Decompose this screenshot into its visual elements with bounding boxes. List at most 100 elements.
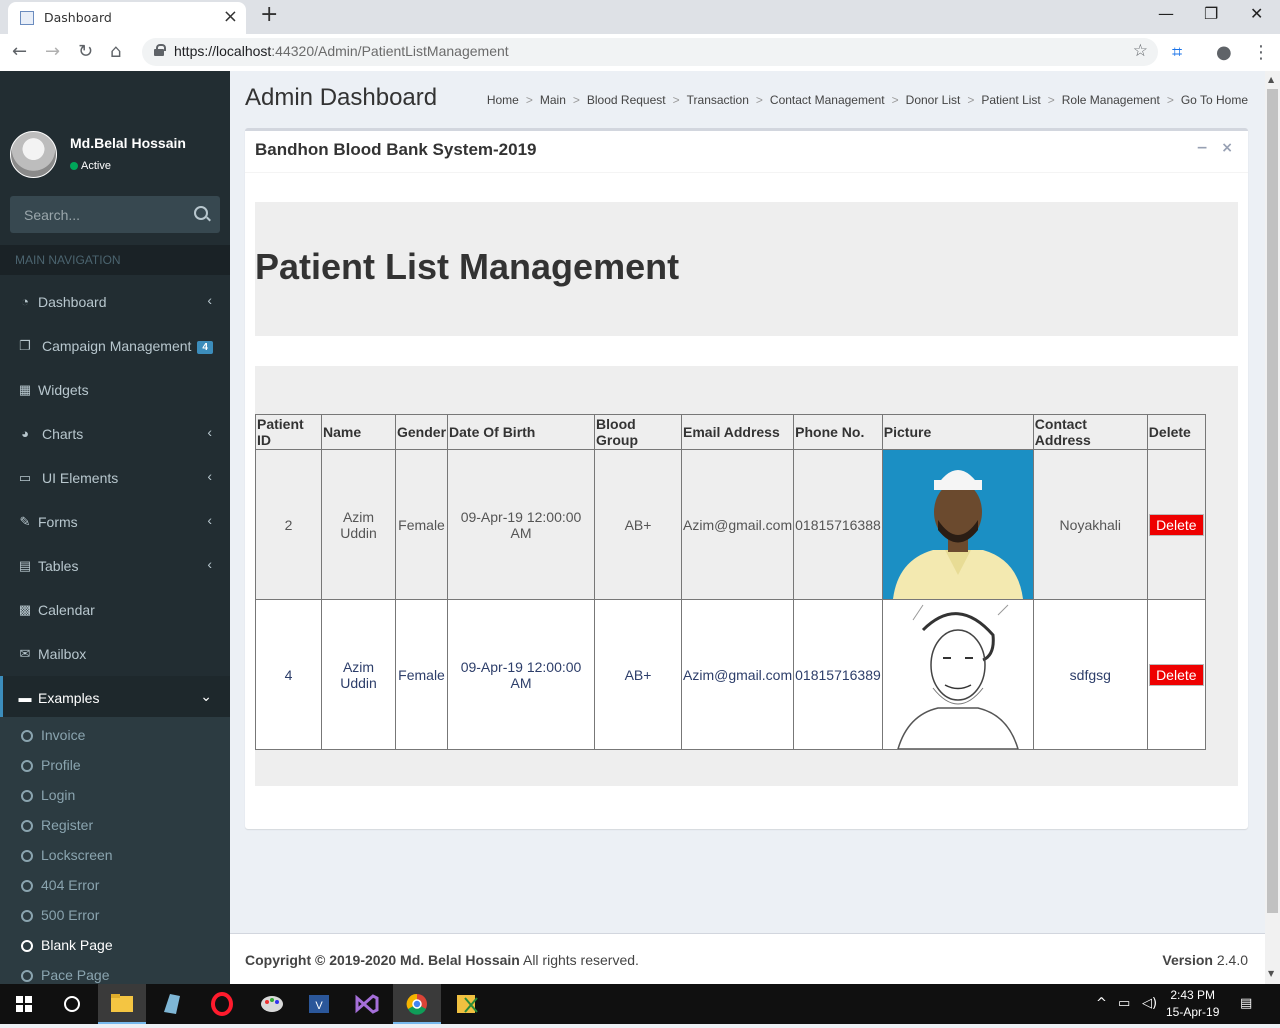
subitem-label: 404 Error (41, 877, 100, 893)
page-icon (20, 11, 34, 25)
breadcrumb-go-to-home[interactable]: Go To Home (1181, 93, 1248, 107)
user-status: Active (70, 160, 111, 172)
profile-icon[interactable]: ● (1216, 42, 1232, 63)
sidebar-item-widgets[interactable]: ▦ Widgets (0, 368, 230, 412)
sidebar-subitem-blank-page[interactable]: Blank Page (0, 930, 230, 960)
circle-icon (21, 820, 33, 832)
breadcrumb-contact-management[interactable]: Contact Management (770, 93, 885, 107)
sidebar-item-tables[interactable]: ▤ Tables ‹ (0, 544, 230, 588)
breadcrumb-blood-request[interactable]: Blood Request (587, 93, 666, 107)
nav-header: MAIN NAVIGATION (0, 245, 230, 275)
column-header: Blood Group (594, 414, 683, 450)
visio-button[interactable]: V (295, 984, 343, 1024)
breadcrumb-donor-list[interactable]: Donor List (906, 93, 961, 107)
sidebar-item-calendar[interactable]: ▩ Calendar (0, 588, 230, 632)
notifications-icon[interactable]: ▤ (1240, 996, 1252, 1011)
sidebar-search-input[interactable] (10, 196, 180, 233)
cell-contact-address: Noyakhali (1032, 449, 1148, 600)
content-box: Bandhon Blood Bank System-2019 − × Patie… (245, 128, 1248, 829)
windows-start-button[interactable] (0, 984, 48, 1024)
page-scrollbar[interactable]: ▲ ▼ (1265, 71, 1280, 984)
delete-button[interactable]: Delete (1149, 663, 1204, 686)
bookmark-star-icon[interactable]: ☆ (1133, 41, 1148, 61)
search-button[interactable] (48, 984, 96, 1024)
forward-button[interactable]: → (45, 41, 60, 62)
home-button[interactable]: ⌂ (110, 41, 121, 62)
close-window-button[interactable]: ✕ (1250, 4, 1263, 23)
scroll-down-icon[interactable]: ▼ (1268, 969, 1274, 978)
collapse-icon[interactable]: − (1196, 140, 1208, 156)
breadcrumb-separator: > (1047, 93, 1055, 107)
sidebar-item-campaign-management[interactable]: ❐ Campaign Management 4 (0, 324, 230, 368)
sidebar-subitem-profile[interactable]: Profile (0, 750, 230, 780)
sidebar-item-ui-elements[interactable]: ▭ UI Elements ‹ (0, 456, 230, 500)
sidebar-subitem-404-error[interactable]: 404 Error (0, 870, 230, 900)
delete-button[interactable]: Delete (1149, 513, 1204, 536)
new-tab-button[interactable]: + (260, 2, 278, 27)
sidebar-subitem-500-error[interactable]: 500 Error (0, 900, 230, 930)
volume-icon[interactable]: ◁) (1142, 996, 1157, 1011)
network-icon[interactable]: ▭ (1118, 996, 1130, 1011)
rights-text: All rights reserved. (519, 952, 639, 968)
table-row: 4 Azim Uddin Female 09-Apr-19 12:00:00 A… (255, 599, 1206, 750)
breadcrumb-home[interactable]: Home (487, 93, 519, 107)
restore-button[interactable]: ❐ (1204, 4, 1218, 23)
sidebar-item-dashboard[interactable]: ◔ Dashboard ‹ (0, 280, 230, 324)
sidebar-subitem-lockscreen[interactable]: Lockscreen (0, 840, 230, 870)
breadcrumb-separator: > (572, 93, 580, 107)
minimize-button[interactable]: — (1158, 4, 1174, 23)
breadcrumb-patient-list[interactable]: Patient List (981, 93, 1040, 107)
url-field[interactable]: https://localhost:44320/Admin/PatientLis… (142, 38, 1158, 66)
chevron-left-icon: ‹ (207, 468, 212, 484)
sidebar-item-examples[interactable]: ▬ Examples ⌄ (0, 676, 230, 720)
breadcrumb-transaction[interactable]: Transaction (687, 93, 749, 107)
search-icon[interactable] (194, 206, 208, 220)
cell-delete: Delete (1146, 449, 1206, 600)
app-button[interactable] (148, 984, 196, 1024)
lock-icon (154, 44, 166, 56)
sidebar-subitem-invoice[interactable]: Invoice (0, 720, 230, 750)
scroll-up-icon[interactable]: ▲ (1268, 75, 1274, 84)
menu-icon[interactable]: ⋮ (1252, 42, 1270, 63)
palette-icon (261, 996, 283, 1012)
sidebar-subitem-login[interactable]: Login (0, 780, 230, 810)
file-explorer-button[interactable] (98, 984, 146, 1024)
paint-button[interactable] (248, 984, 296, 1024)
breadcrumb-main[interactable]: Main (540, 93, 566, 107)
sidebar-item-charts[interactable]: ◕ Charts ‹ (0, 412, 230, 456)
show-hidden-icons[interactable]: ^ (1096, 996, 1107, 1011)
user-status-label: Active (81, 160, 111, 172)
taskbar: V ^ ▭ ◁) 2:43 PM 15-Apr-19 ▤ (0, 984, 1280, 1024)
browser-tab-bar: Dashboard × + — ❐ ✕ (0, 0, 1280, 34)
windows-logo-icon (16, 996, 32, 1012)
close-icon[interactable]: × (1221, 140, 1233, 156)
breadcrumb-role-management[interactable]: Role Management (1062, 93, 1160, 107)
scrollbar-thumb[interactable] (1267, 89, 1278, 913)
extension-icon[interactable]: ⌗ (1172, 42, 1182, 63)
sidebar-subitem-register[interactable]: Register (0, 810, 230, 840)
sidebar-item-forms[interactable]: ✎ Forms ‹ (0, 500, 230, 544)
tab-close-icon[interactable]: × (223, 6, 238, 27)
table-panel: Patient ID Name Gender Date Of Birth Blo… (255, 366, 1238, 786)
visual-studio-icon (355, 994, 379, 1014)
package-icon (457, 995, 478, 1013)
sidebar-item-label: Charts (42, 426, 84, 442)
breadcrumb-separator: > (755, 93, 763, 107)
system-clock[interactable]: 2:43 PM 15-Apr-19 (1166, 987, 1219, 1021)
column-header: Email Address (681, 414, 795, 450)
chrome-button[interactable] (393, 984, 441, 1024)
opera-icon (211, 992, 233, 1016)
browser-tab[interactable]: Dashboard × (8, 2, 246, 34)
sidebar-item-mailbox[interactable]: ✉ Mailbox (0, 632, 230, 676)
reload-button[interactable]: ↻ (78, 41, 93, 62)
subitem-label: Register (41, 817, 94, 833)
circle-icon (21, 880, 33, 892)
back-button[interactable]: ← (12, 41, 27, 62)
cell-email: Azim@gmail.com (681, 449, 795, 600)
online-dot-icon (70, 162, 78, 171)
count-badge: 4 (197, 341, 213, 354)
app-button[interactable] (443, 984, 491, 1024)
visual-studio-button[interactable] (343, 984, 391, 1024)
opera-button[interactable] (198, 984, 246, 1024)
circle-icon (21, 760, 33, 772)
